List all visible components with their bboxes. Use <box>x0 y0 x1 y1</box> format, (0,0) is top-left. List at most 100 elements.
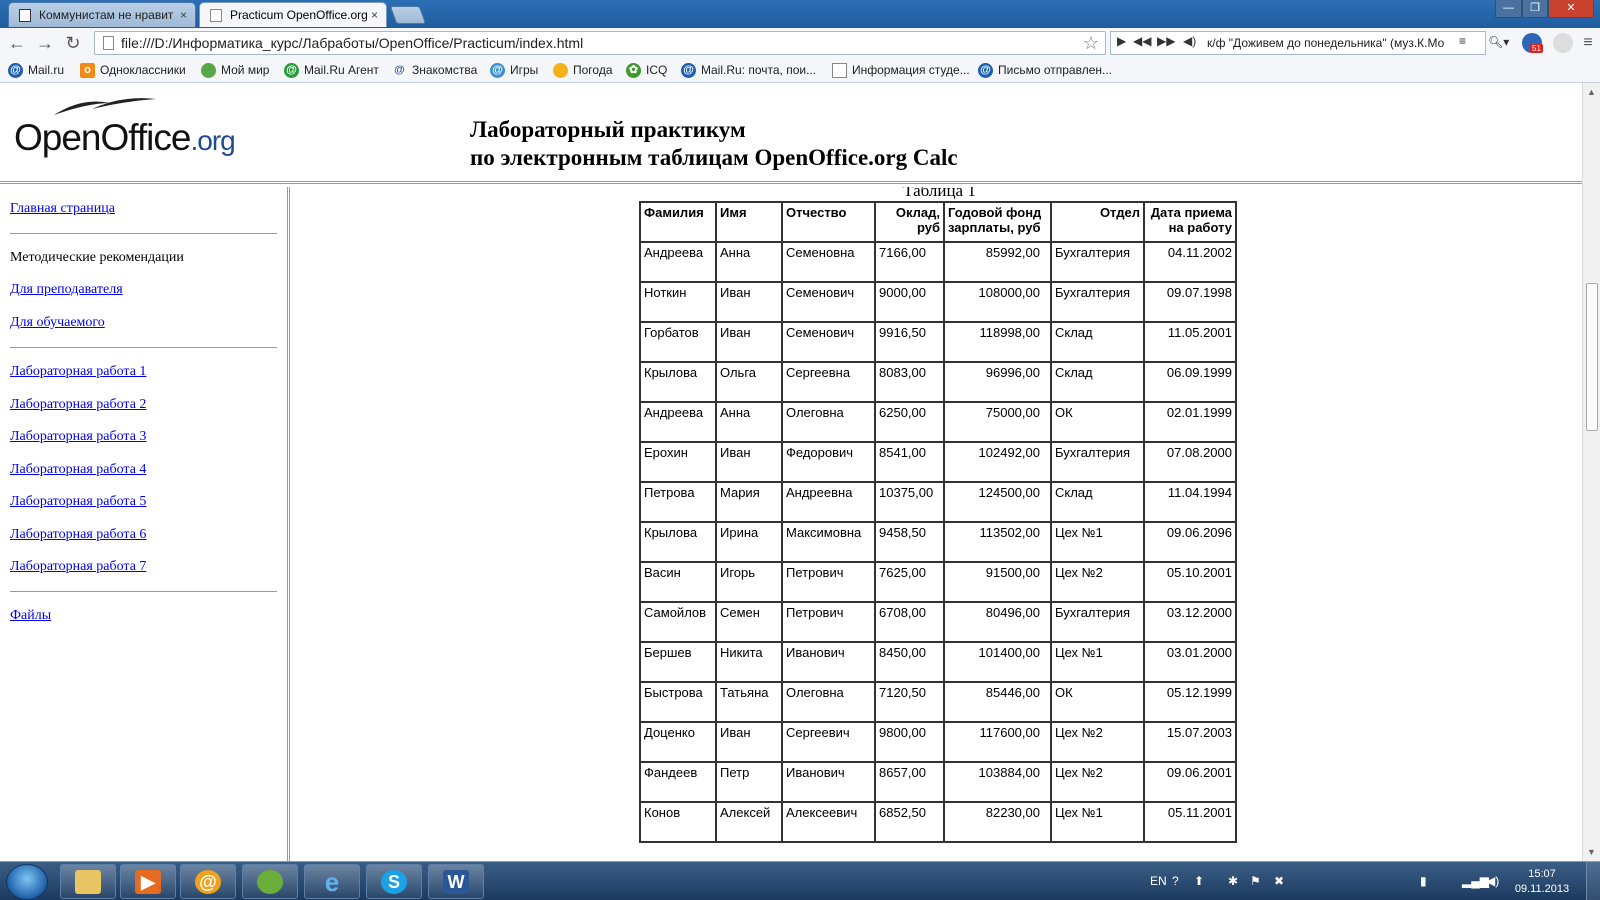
sidebar-link-teacher[interactable]: Для преподавателя <box>10 282 123 298</box>
tray-icon[interactable]: ✖ <box>1274 874 1284 888</box>
bookmark-mailru[interactable]: @ Mail.ru <box>8 63 65 78</box>
bookmark-label: Mail.ru <box>28 63 65 77</box>
windows-taskbar: ▶ @ e S W EN ? ⬆ ✱ ⚑ ✖ ▮ ▂▄▆ ◀) 15:07 09… <box>0 861 1600 900</box>
taskbar-internet-explorer[interactable]: e <box>304 864 360 899</box>
bookmark-agent[interactable]: @ Mail.Ru Агент <box>284 63 379 78</box>
scroll-down-arrow-icon[interactable]: ▼ <box>1587 847 1596 857</box>
extension-icon[interactable] <box>1553 33 1573 53</box>
url-text[interactable]: file:///D:/Информатика_курс/Лабработы/Op… <box>121 35 583 51</box>
taskbar-skype[interactable]: S <box>366 864 422 899</box>
clock-time: 15:07 <box>1528 868 1556 880</box>
back-arrow-icon[interactable]: ← <box>6 32 28 54</box>
bookmark-label: Знакомства <box>412 63 478 77</box>
search-icon[interactable]: 🔍︎▾ <box>1488 35 1509 49</box>
taskbar-media-player[interactable]: ▶ <box>120 864 176 899</box>
taskbar-chrome[interactable] <box>242 864 298 899</box>
cell-department: Цех №1 <box>1050 641 1145 683</box>
action-center-flag-icon[interactable]: ⚑ <box>1250 874 1261 888</box>
system-clock[interactable]: 15:07 09.11.2013 <box>1507 867 1577 897</box>
previous-icon[interactable]: ◀◀ <box>1133 34 1151 48</box>
cell-annual-fund: 75000,00 <box>943 401 1052 443</box>
forward-arrow-icon[interactable]: → <box>34 32 56 54</box>
table-row: Доценко Иван Сергеевич 9800,00 117600,00 Цех … <box>639 721 1237 763</box>
bookmark-star-icon[interactable]: ☆ <box>1083 32 1099 54</box>
bookmark-label: ICQ <box>646 63 668 77</box>
play-icon[interactable]: ▶ <box>1117 34 1126 48</box>
sidebar-link-lab-7[interactable]: Лабораторная работа 7 <box>10 559 146 575</box>
openoffice-logo: OpenOffice.org <box>14 93 236 163</box>
network-icon[interactable]: ▮ <box>1420 874 1427 888</box>
reload-icon[interactable]: ↻ <box>62 32 84 54</box>
minimize-button[interactable]: — <box>1495 0 1522 18</box>
cell-hire-date: 02.01.1999 <box>1143 401 1237 443</box>
cell-annual-fund: 103884,00 <box>943 761 1052 803</box>
cell-salary: 8541,00 <box>874 441 945 483</box>
bookmark-odnoklassniki[interactable]: o Одноклассники <box>80 63 186 78</box>
bookmark-icq[interactable]: ✿ ICQ <box>626 63 668 78</box>
scroll-up-arrow-icon[interactable]: ▲ <box>1587 87 1596 97</box>
page-title-line2: по электронным таблицам OpenOffice.org C… <box>470 145 958 170</box>
sidebar-link-lab-5[interactable]: Лабораторная работа 5 <box>10 494 146 510</box>
sidebar-link-files[interactable]: Файлы <box>10 608 51 624</box>
signal-icon[interactable]: ▂▄▆ <box>1462 874 1489 888</box>
tab-communists[interactable]: Коммунистам не нравит × <box>8 2 196 27</box>
logo-main: OpenOffice <box>14 117 191 158</box>
cell-name: Иван <box>715 281 783 323</box>
logo-text: OpenOffice.org <box>14 117 236 159</box>
table-row: Крылова Ирина Максимовна 9458,50 113502,00 Це… <box>639 521 1237 563</box>
start-button[interactable] <box>6 864 48 900</box>
sidebar-link-lab-3[interactable]: Лабораторная работа 3 <box>10 429 146 445</box>
table-row: Крылова Ольга Сергеевна 8083,00 96996,00 Скла… <box>639 361 1237 403</box>
bookmark-moy-mir[interactable]: Мой мир <box>201 63 270 78</box>
sidebar-link-lab-1[interactable]: Лабораторная работа 1 <box>10 364 146 380</box>
volume-icon[interactable]: ◀) <box>1183 34 1196 48</box>
bookmark-znakomstva[interactable]: @ Знакомства <box>392 63 478 78</box>
menu-icon[interactable]: ≡ <box>1459 34 1466 48</box>
volume-icon[interactable]: ◀) <box>1486 874 1499 888</box>
wrench-menu-icon[interactable]: ≡ <box>1577 32 1599 54</box>
bluetooth-icon[interactable]: ✱ <box>1228 874 1238 888</box>
cell-name: Ольга <box>715 361 783 403</box>
next-icon[interactable]: ▶▶ <box>1157 34 1175 48</box>
cell-salary: 8083,00 <box>874 361 945 403</box>
tab-practicum[interactable]: Practicum OpenOffice.org × <box>199 2 387 27</box>
mail-extension-icon[interactable]: 51 <box>1522 33 1543 53</box>
tab-close-icon[interactable]: × <box>180 3 187 27</box>
close-button[interactable]: ✕ <box>1548 0 1594 18</box>
new-tab-button[interactable] <box>389 6 427 24</box>
sidebar-link-lab-6[interactable]: Лабораторная работа 6 <box>10 527 146 543</box>
bookmark-mailru-pochta[interactable]: @ Mail.Ru: почта, пои... <box>681 63 816 78</box>
cell-surname: Ноткин <box>639 281 717 323</box>
cell-annual-fund: 82230,00 <box>943 801 1052 843</box>
cell-annual-fund: 102492,00 <box>943 441 1052 483</box>
help-icon[interactable]: ? <box>1172 874 1179 888</box>
cell-patronymic: Олеговна <box>781 401 876 443</box>
bookmark-pogoda[interactable]: Погода <box>553 63 613 78</box>
language-indicator[interactable]: EN <box>1150 874 1167 888</box>
taskbar-mail-agent[interactable]: @ <box>180 864 236 899</box>
cell-annual-fund: 118998,00 <box>943 321 1052 363</box>
sidebar-link-lab-2[interactable]: Лабораторная работа 2 <box>10 397 146 413</box>
sidebar-link-student[interactable]: Для обучаемого <box>10 315 105 331</box>
taskbar-word[interactable]: W <box>428 864 484 899</box>
tray-icon[interactable]: ⬆ <box>1194 874 1204 888</box>
cell-surname: Андреева <box>639 401 717 443</box>
bookmark-label: Мой мир <box>221 63 270 77</box>
show-desktop-button[interactable] <box>1586 862 1600 900</box>
maximize-button[interactable]: ❐ <box>1522 0 1548 18</box>
sidebar-link-home[interactable]: Главная страница <box>10 201 115 217</box>
internet-explorer-icon: e <box>324 867 340 897</box>
skype-icon: S <box>381 870 407 894</box>
cell-hire-date: 03.01.2000 <box>1143 641 1237 683</box>
bookmark-informatsiya[interactable]: Информация студе... <box>832 63 970 78</box>
bookmark-igry[interactable]: @ Игры <box>490 63 538 78</box>
taskbar-explorer[interactable] <box>60 864 116 899</box>
bookmark-pismo[interactable]: @ Письмо отправлен... <box>978 63 1112 78</box>
sidebar-link-lab-4[interactable]: Лабораторная работа 4 <box>10 462 146 478</box>
address-bar[interactable]: file:///D:/Информатика_курс/Лабработы/Op… <box>94 31 1106 55</box>
cell-name: Петр <box>715 761 783 803</box>
vertical-scrollbar[interactable]: ▲ ▼ <box>1582 83 1600 861</box>
scrollbar-thumb[interactable] <box>1586 283 1598 431</box>
tab-close-icon[interactable]: × <box>371 3 378 27</box>
cell-hire-date: 04.11.2002 <box>1143 241 1237 283</box>
